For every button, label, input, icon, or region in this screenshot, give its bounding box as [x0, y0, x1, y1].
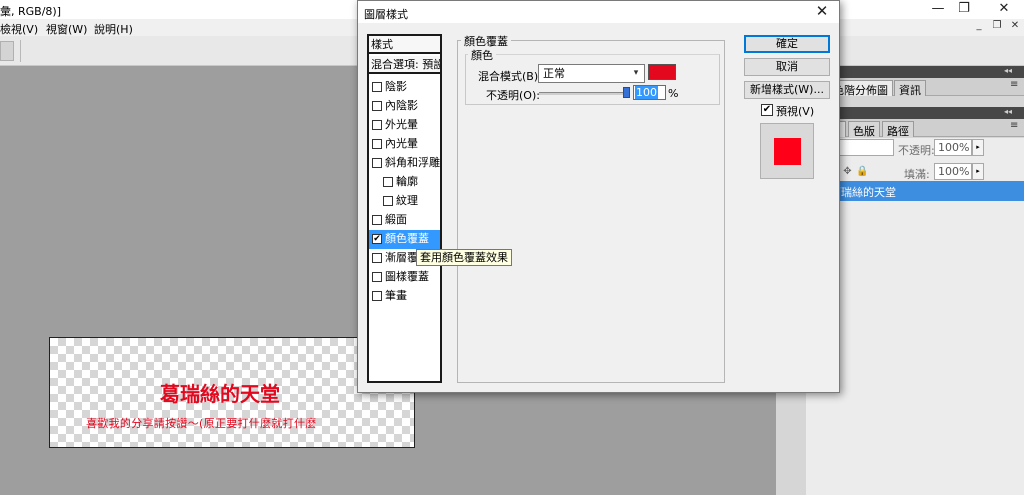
style-checkbox[interactable] [372, 139, 382, 149]
tab-paths[interactable]: 路徑 [882, 121, 914, 138]
opacity-slider-thumb[interactable] [623, 87, 630, 98]
style-item-label: 筆畫 [385, 289, 407, 302]
style-checkbox[interactable] [372, 120, 382, 130]
color-group-title: 顏色 [468, 47, 496, 63]
style-item[interactable]: 內光暈 [369, 135, 440, 154]
layers-fill-field[interactable]: 100% [934, 163, 972, 180]
tab-info[interactable]: 資訊 [894, 80, 926, 97]
layers-opacity-label: 不透明: [898, 144, 935, 157]
style-list: 樣式 混合選項: 預設 陰影 內陰影 外光暈 內光暈 斜角和浮雕 輪廓 紋理 緞面 ✔ 顏色覆蓋漸… [367, 34, 442, 383]
panel-menu-icon[interactable]: ≡ [1010, 120, 1018, 131]
style-checkbox[interactable] [383, 177, 393, 187]
style-checkbox[interactable] [372, 158, 382, 168]
opacity-value: 100 [635, 86, 658, 99]
preview-swatch [774, 138, 801, 165]
blend-mode-value: 正常 [543, 67, 565, 80]
opacity-label: 不透明(O): [486, 89, 540, 102]
cancel-button[interactable]: 取消 [744, 58, 830, 76]
doc-minimize-button[interactable]: _ [970, 20, 988, 34]
style-item-label: 斜角和浮雕 [385, 156, 440, 169]
style-checkbox[interactable] [372, 272, 382, 282]
ok-button[interactable]: 確定 [744, 35, 830, 53]
style-item-label: 輪廓 [396, 175, 418, 188]
style-item[interactable]: 陰影 [369, 78, 440, 97]
style-checkbox[interactable] [383, 196, 393, 206]
style-checkbox[interactable] [372, 101, 382, 111]
menu-help[interactable]: 說明(H) [94, 21, 133, 37]
opacity-field[interactable]: 100 [633, 85, 666, 100]
style-checkbox[interactable] [372, 82, 382, 92]
tool-preset-picker[interactable] [0, 41, 14, 61]
style-item-label: 顏色覆蓋 [385, 232, 429, 245]
style-checkbox[interactable] [372, 215, 382, 225]
layers-fill-label: 填滿: [904, 168, 930, 181]
menu-window[interactable]: 視窗(W) [46, 21, 87, 37]
doc-close-button[interactable]: ✕ [1006, 20, 1024, 34]
app-title: 彙, RGB/8)] [0, 5, 61, 18]
new-style-button[interactable]: 新增樣式(W)... [744, 81, 830, 99]
style-item-label: 內陰影 [385, 99, 418, 112]
opacity-slider-track[interactable] [539, 92, 627, 95]
styles-header[interactable]: 樣式 [369, 36, 440, 54]
close-window-button[interactable]: ✕ [984, 0, 1024, 19]
doc-restore-button[interactable]: ❐ [988, 20, 1006, 34]
menu-view[interactable]: 檢視(V) [0, 21, 38, 37]
lock-all-icon[interactable]: 🔒 [856, 166, 868, 177]
blend-mode-select[interactable]: 正常 ▾ [538, 64, 645, 83]
dialog-close-button[interactable]: ✕ [813, 2, 831, 20]
restore-button[interactable]: ❐ [944, 0, 984, 19]
panel-menu-icon[interactable]: ≡ [1010, 79, 1018, 90]
style-item-label: 內光暈 [385, 137, 418, 150]
style-item-label: 外光暈 [385, 118, 418, 131]
style-checkbox[interactable]: ✔ [372, 234, 382, 244]
preview-checkbox[interactable]: ✔ [761, 104, 773, 116]
dialog-title: 圖層樣式 [364, 8, 408, 21]
style-item[interactable]: 圖樣覆蓋 [369, 268, 440, 287]
fill-arrow-icon[interactable]: ▸ [972, 163, 984, 180]
style-item[interactable]: 紋理 [369, 192, 440, 211]
canvas-heading-text: 葛瑞絲的天堂 [160, 382, 280, 406]
tab-channels[interactable]: 色版 [848, 121, 880, 138]
layers-opacity-field[interactable]: 100% [934, 139, 972, 156]
options-separator [20, 40, 21, 62]
opacity-unit: % [668, 87, 679, 100]
style-item[interactable]: 斜角和浮雕 [369, 154, 440, 173]
style-item-label: 陰影 [385, 80, 407, 93]
blend-mode-label: 混合模式(B): [478, 70, 542, 83]
style-item[interactable]: 內陰影 [369, 97, 440, 116]
collapse-icon[interactable]: ◂◂ [1004, 107, 1012, 116]
style-item[interactable]: 輪廓 [369, 173, 440, 192]
canvas-subline-text: 喜歡我的分享請按讚～(原正要打什麼就打什麼 [86, 417, 317, 430]
overlay-color-swatch[interactable] [648, 64, 676, 80]
style-item-label: 紋理 [396, 194, 418, 207]
lock-position-icon[interactable]: ✥ [842, 166, 853, 177]
opacity-arrow-icon[interactable]: ▸ [972, 139, 984, 156]
style-item-label: 圖樣覆蓋 [385, 270, 429, 283]
preview-label: 預視(V) [776, 105, 815, 118]
collapse-icon[interactable]: ◂◂ [1004, 66, 1012, 75]
style-item[interactable]: 外光暈 [369, 116, 440, 135]
layer-style-dialog: 圖層樣式 ✕ 樣式 混合選項: 預設 陰影內陰影外光暈內光暈斜角和浮雕輪廓紋理緞… [357, 0, 840, 393]
style-item[interactable]: 筆畫 [369, 287, 440, 306]
preview-box [760, 123, 814, 179]
style-checkbox[interactable] [372, 291, 382, 301]
style-item[interactable]: 緞面 [369, 211, 440, 230]
chevron-down-icon: ▾ [633, 68, 639, 78]
style-item[interactable]: ✔ 顏色覆蓋 [369, 230, 440, 249]
style-item-label: 緞面 [385, 213, 407, 226]
tooltip: 套用顏色覆蓋效果 [416, 249, 512, 266]
blending-options-header[interactable]: 混合選項: 預設 [369, 56, 440, 74]
style-checkbox[interactable] [372, 253, 382, 263]
dialog-titlebar[interactable]: 圖層樣式 ✕ [358, 1, 839, 23]
